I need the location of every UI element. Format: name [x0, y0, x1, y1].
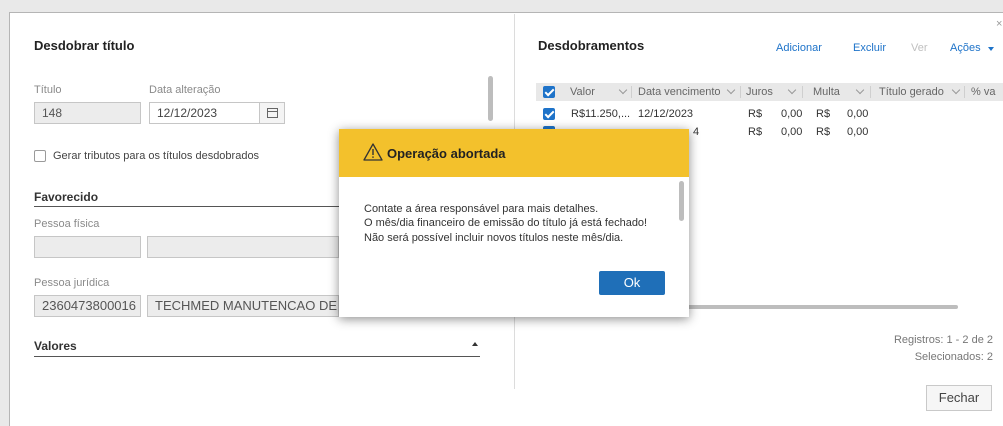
row-checkbox[interactable]	[543, 108, 555, 120]
gerar-tributos-label: Gerar tributos para os títulos desdobrad…	[53, 150, 260, 162]
modal-scrollbar[interactable]	[679, 181, 684, 221]
modal-message-line-3: Não será possível incluir novos títulos …	[364, 232, 624, 244]
gerar-tributos-checkbox[interactable]	[34, 150, 46, 162]
col-valor[interactable]: Valor	[570, 83, 595, 101]
valores-divider	[34, 356, 480, 357]
col-separator	[802, 86, 803, 98]
calendar-icon	[267, 108, 278, 118]
row-multa-currency: R$	[816, 108, 831, 120]
col-titulo-gerado[interactable]: Título gerado	[879, 83, 944, 101]
pessoa-fisica-label: Pessoa física	[34, 218, 100, 230]
modal-message-line-1: Contate a área responsável para mais det…	[364, 203, 599, 215]
col-separator	[964, 86, 965, 98]
close-icon[interactable]: ×	[996, 18, 1002, 30]
warning-icon	[363, 143, 383, 161]
titulo-field: 148	[34, 102, 141, 124]
row-juros-currency: R$	[748, 126, 763, 138]
row-vencimento: 12/12/2023	[638, 108, 694, 120]
row-juros: 0,00	[781, 126, 803, 138]
col-data-vencimento[interactable]: Data vencimento	[638, 83, 721, 101]
col-juros[interactable]: Juros	[746, 83, 773, 101]
fechar-button[interactable]: Fechar	[926, 385, 992, 411]
calendar-button[interactable]	[259, 102, 285, 124]
col-multa[interactable]: Multa	[813, 83, 840, 101]
col-separator	[631, 86, 632, 98]
collapse-caret-icon[interactable]	[472, 342, 478, 346]
ver-link[interactable]: Ver	[911, 42, 928, 54]
pessoa-fisica-name-field[interactable]	[147, 236, 339, 258]
valores-section-title: Valores	[34, 339, 77, 353]
adicionar-link[interactable]: Adicionar	[776, 42, 822, 54]
pessoa-juridica-name-field[interactable]: TECHMED MANUTENCAO DE EQU	[147, 295, 339, 317]
modal-header: Operação abortada	[339, 129, 689, 177]
row-multa-currency: R$	[816, 126, 831, 138]
left-scrollbar[interactable]	[488, 76, 493, 121]
modal-title: Operação abortada	[387, 146, 506, 161]
ok-button[interactable]: Ok	[599, 271, 665, 295]
pessoa-fisica-code-field[interactable]	[34, 236, 141, 258]
row-juros: 0,00	[781, 108, 803, 120]
error-modal: Operação abortada Contate a área respons…	[339, 129, 689, 317]
col-percent[interactable]: % va	[971, 83, 995, 101]
selecionados-count: Selecionados: 2	[914, 351, 993, 363]
table-row[interactable]: R$11.250,... 12/12/2023 R$ 0,00 R$ 0,00	[536, 106, 1003, 123]
data-alteracao-field[interactable]: 12/12/2023	[149, 102, 260, 124]
data-alteracao-label: Data alteração	[149, 84, 221, 96]
row-juros-currency: R$	[748, 108, 763, 120]
modal-message-line-2: O mês/dia financeiro de emissão do títul…	[364, 217, 648, 229]
favorecido-section-title: Favorecido	[34, 190, 99, 204]
row-multa: 0,00	[847, 108, 869, 120]
pessoa-juridica-label: Pessoa jurídica	[34, 277, 110, 289]
row-vencimento: 4	[693, 126, 700, 138]
excluir-link[interactable]: Excluir	[853, 42, 886, 54]
col-separator	[740, 86, 741, 98]
acoes-dropdown-icon[interactable]	[988, 47, 994, 51]
row-valor: R$11.250,...	[571, 108, 631, 120]
titulo-label: Título	[34, 84, 62, 96]
pessoa-juridica-code-field[interactable]: 2360473800016	[34, 295, 141, 317]
col-separator	[870, 86, 871, 98]
acoes-menu[interactable]: Ações	[950, 42, 981, 54]
left-panel-title: Desdobrar título	[34, 38, 135, 53]
select-all-checkbox[interactable]	[543, 86, 555, 98]
right-panel-title: Desdobramentos	[538, 38, 645, 53]
registros-count: Registros: 1 - 2 de 2	[893, 334, 993, 346]
row-multa: 0,00	[847, 126, 869, 138]
